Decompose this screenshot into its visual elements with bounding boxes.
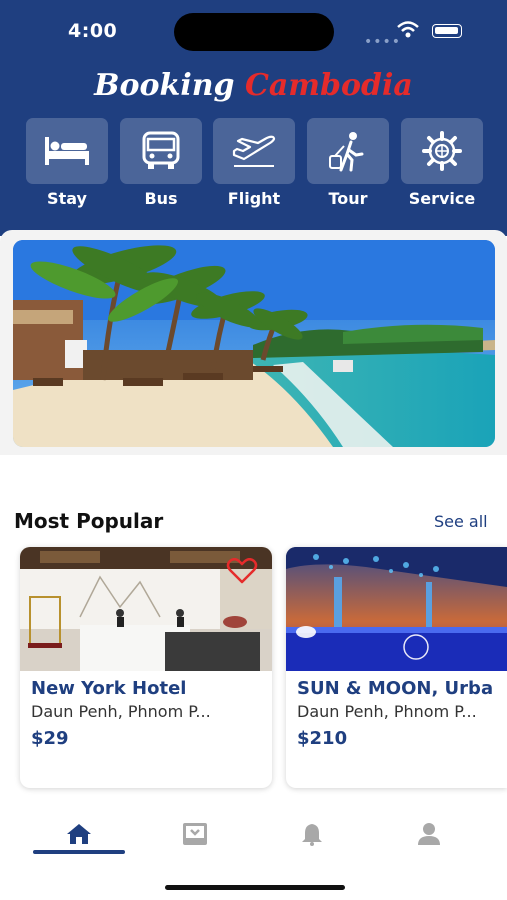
category-label: Bus: [144, 189, 178, 208]
brand-logo: Booking Cambodia: [0, 68, 507, 103]
category-label: Service: [408, 189, 476, 208]
category-flight[interactable]: Flight: [213, 118, 295, 208]
bus-icon: [142, 131, 180, 169]
section-title-most-popular: Most Popular: [14, 509, 164, 533]
hotel-price: $29: [31, 728, 69, 749]
home-icon[interactable]: [66, 822, 92, 846]
hotel-card[interactable]: SUN & MOON, Urba Daun Penh, Phnom P... $…: [286, 547, 507, 788]
airplane-icon: [232, 135, 276, 167]
wifi-icon: [397, 21, 419, 38]
bottom-tab-bar: [0, 808, 507, 868]
app-header: 4:00 •••• Booking Cambodia Stay Bus Flig…: [0, 0, 507, 236]
bell-icon[interactable]: [300, 822, 324, 846]
inbox-icon[interactable]: [182, 822, 208, 846]
traveler-icon: [329, 132, 364, 172]
gear-icon: [422, 131, 462, 171]
category-label: Tour: [328, 189, 368, 208]
hotel-price: $210: [297, 728, 348, 749]
brand-logo-second: Cambodia: [244, 68, 413, 103]
bed-icon: [45, 137, 89, 165]
hotel-name: SUN & MOON, Urba: [297, 678, 494, 699]
dynamic-island: [174, 13, 334, 51]
status-time: 4:00: [68, 20, 118, 42]
category-service[interactable]: Service: [401, 118, 483, 208]
status-bar: 4:00 ••••: [0, 0, 507, 60]
see-all-link[interactable]: See all: [434, 512, 488, 531]
active-tab-indicator: [33, 850, 125, 854]
battery-icon: [432, 24, 462, 38]
category-bus[interactable]: Bus: [120, 118, 202, 208]
category-tour[interactable]: Tour: [307, 118, 389, 208]
hero-banner-image[interactable]: [13, 240, 495, 447]
signal-icon: ••••: [364, 34, 402, 50]
user-icon[interactable]: [417, 822, 441, 846]
brand-logo-first: Booking: [94, 68, 235, 103]
hotel-image: [286, 547, 507, 671]
hotel-location: Daun Penh, Phnom P...: [297, 702, 477, 721]
category-label: Stay: [47, 189, 87, 208]
hotel-location: Daun Penh, Phnom P...: [31, 702, 211, 721]
favorite-heart-icon[interactable]: [226, 558, 258, 584]
hotel-card[interactable]: New York Hotel Daun Penh, Phnom P... $29: [20, 547, 272, 788]
category-label: Flight: [227, 189, 281, 208]
category-stay[interactable]: Stay: [26, 118, 108, 208]
hotel-name: New York Hotel: [31, 678, 187, 699]
home-indicator[interactable]: [165, 885, 345, 890]
